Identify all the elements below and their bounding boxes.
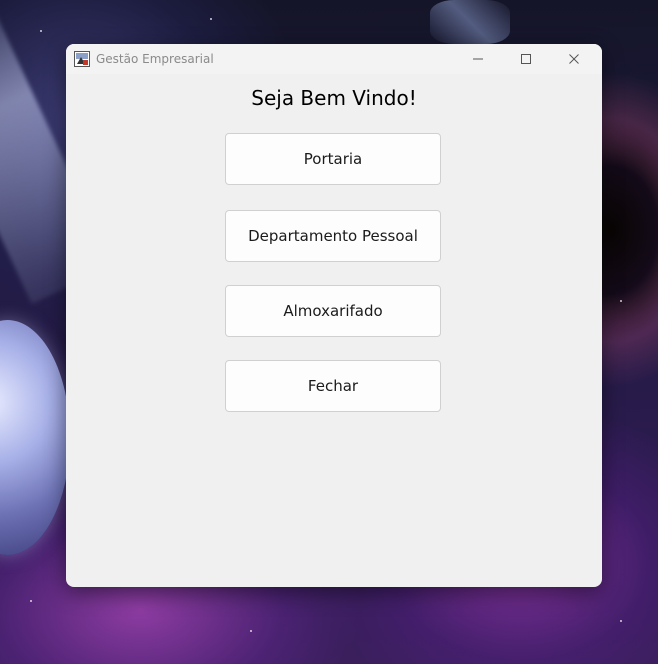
- close-icon: [569, 54, 579, 64]
- departamento-pessoal-button[interactable]: Departamento Pessoal: [225, 210, 441, 262]
- maximize-button[interactable]: [503, 44, 549, 74]
- portaria-button[interactable]: Portaria: [225, 133, 441, 185]
- desktop-background: Gestão Empresarial Seja Bem Vindo! Porta…: [0, 0, 658, 664]
- wallpaper-space-station: [430, 0, 510, 44]
- wallpaper-star: [30, 600, 32, 602]
- close-button[interactable]: [551, 44, 597, 74]
- fechar-button[interactable]: Fechar: [225, 360, 441, 412]
- wallpaper-star: [210, 18, 212, 20]
- wallpaper-planet: [0, 320, 70, 555]
- window-title: Gestão Empresarial: [96, 52, 214, 66]
- wallpaper-star: [40, 30, 42, 32]
- minimize-icon: [473, 58, 483, 60]
- almoxarifado-button[interactable]: Almoxarifado: [225, 285, 441, 337]
- minimize-button[interactable]: [455, 44, 501, 74]
- wallpaper-star: [620, 620, 622, 622]
- wallpaper-star: [250, 630, 252, 632]
- java-app-icon: [74, 51, 90, 67]
- title-bar[interactable]: Gestão Empresarial: [66, 44, 602, 74]
- maximize-icon: [521, 54, 531, 64]
- wallpaper-star: [620, 300, 622, 302]
- main-window: Gestão Empresarial Seja Bem Vindo! Porta…: [66, 44, 602, 587]
- welcome-heading: Seja Bem Vindo!: [251, 86, 417, 110]
